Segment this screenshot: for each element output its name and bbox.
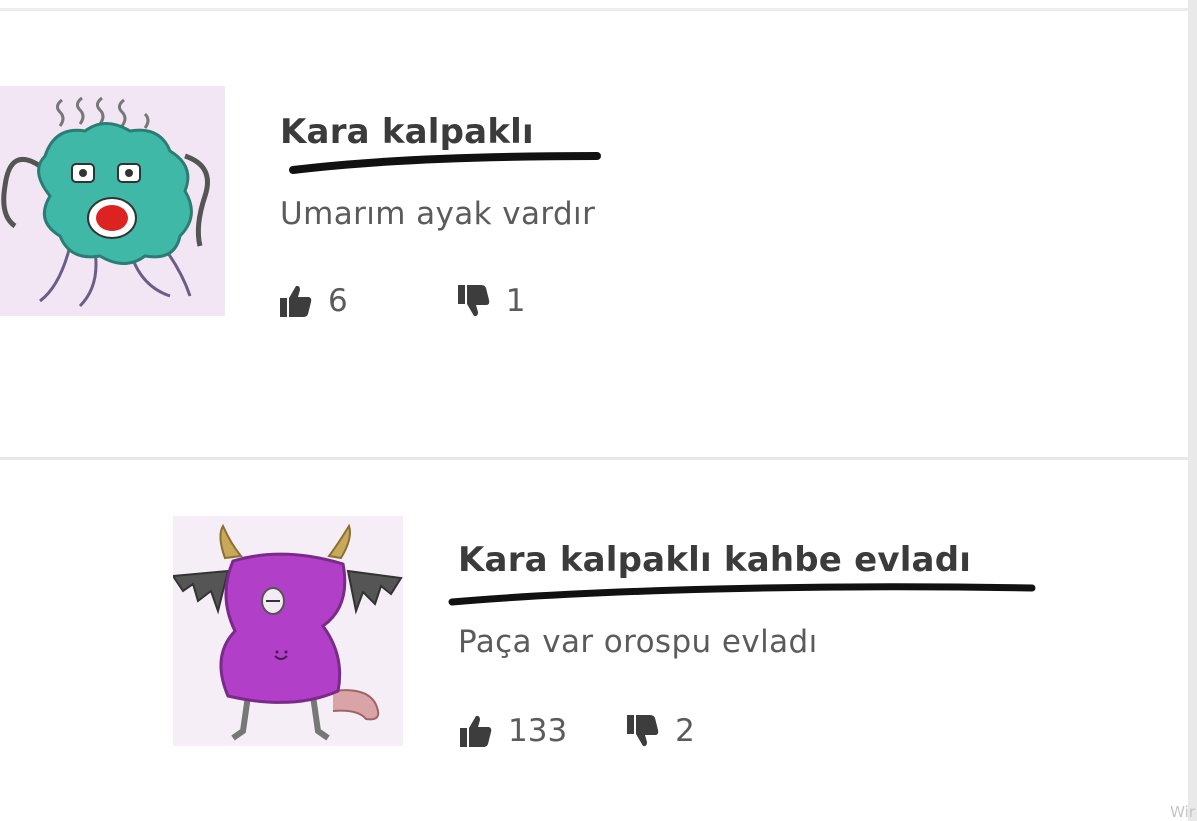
scribble-underline — [448, 583, 1036, 606]
purple-bat-monster-icon — [173, 523, 403, 741]
thumbs-up-icon — [280, 285, 312, 317]
author-name[interactable]: Kara kalpaklı — [280, 112, 534, 152]
thumbs-up-icon — [460, 715, 492, 747]
thumbs-down-icon — [457, 285, 489, 317]
dislike-button[interactable]: 1 — [456, 283, 526, 319]
like-button[interactable]: 133 — [458, 713, 567, 749]
vote-row: 133 2 — [458, 713, 695, 749]
author-name[interactable]: Kara kalpaklı kahbe evladı — [458, 540, 971, 580]
like-count: 6 — [328, 283, 348, 319]
right-edge-bar — [1188, 0, 1197, 821]
comment-divider — [0, 457, 1188, 460]
teal-germ-monster-icon — [1, 96, 210, 308]
comment-text: Umarım ayak vardır — [280, 196, 596, 232]
page: Kara kalpaklı Umarım ayak vardır 6 1 Kar… — [0, 0, 1197, 821]
vote-row: 6 1 — [278, 283, 525, 319]
dislike-count: 2 — [675, 713, 695, 749]
avatar[interactable] — [173, 516, 403, 746]
thumbs-down-icon — [627, 715, 659, 747]
dislike-count: 1 — [505, 283, 526, 319]
like-count: 133 — [508, 713, 568, 749]
watermark: Wir — [1170, 803, 1195, 821]
dislike-button[interactable]: 2 — [625, 713, 695, 749]
top-divider — [0, 8, 1188, 11]
comment-text: Paça var orospu evladı — [458, 624, 818, 660]
avatar[interactable] — [0, 86, 225, 316]
like-button[interactable]: 6 — [278, 283, 348, 319]
